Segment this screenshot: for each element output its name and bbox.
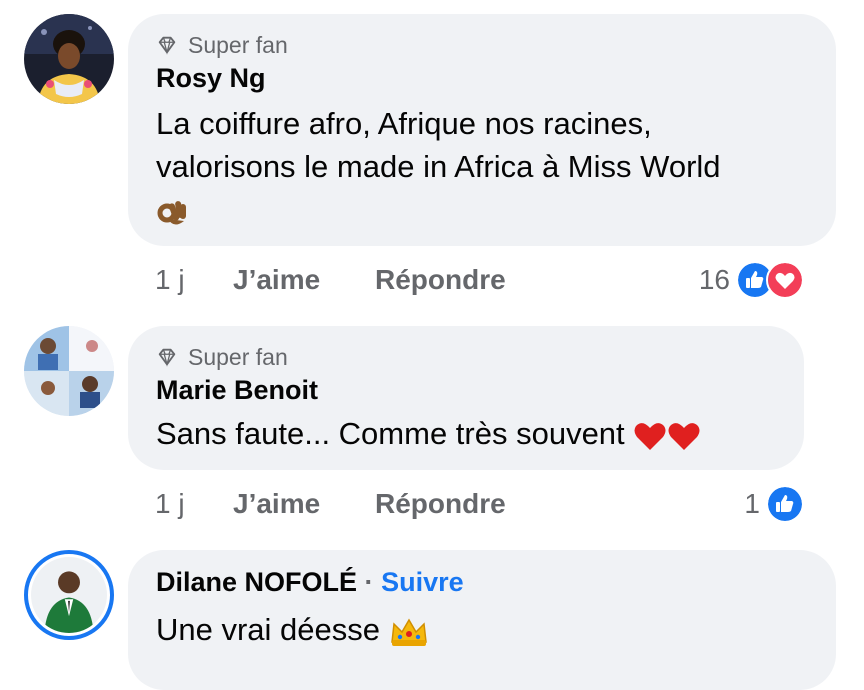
reaction-count: 1 xyxy=(744,488,760,519)
follow-button[interactable]: Suivre xyxy=(381,567,464,597)
like-button[interactable]: J’aime xyxy=(233,488,375,520)
comment-bubble: Dilane NOFOLÉ · Suivre Une vrai déesse xyxy=(128,550,836,690)
comment-author[interactable]: Dilane NOFOLÉ xyxy=(156,567,357,597)
reaction-summary[interactable]: 16 xyxy=(699,261,804,299)
ok-hand-icon xyxy=(157,200,186,225)
heart-icon xyxy=(634,422,666,450)
comment-author-line: Dilane NOFOLÉ · Suivre xyxy=(156,564,808,600)
comment-text-line: La coiffure afro, Afrique nos racines, xyxy=(156,106,652,141)
comment-bubble: Super fan Rosy Ng La coiffure afro, Afri… xyxy=(128,14,836,246)
reply-button[interactable]: Répondre xyxy=(375,488,506,520)
diamond-icon xyxy=(158,348,176,367)
comment-text-line: valorisons le made in Africa à Miss Worl… xyxy=(156,149,721,184)
avatar-marie-benoit[interactable] xyxy=(24,326,114,416)
comment-text: Sans faute... Comme très souvent xyxy=(156,412,776,455)
avatar-dilane-nofole[interactable] xyxy=(24,550,114,640)
comment-author[interactable]: Marie Benoit xyxy=(156,372,776,408)
reaction-summary[interactable]: 1 xyxy=(744,485,804,523)
comment-actions: 1 j J’aime Répondre 1 xyxy=(155,484,804,524)
comment-actions: 1 j J’aime Répondre 16 xyxy=(155,260,804,300)
comment-author[interactable]: Rosy Ng xyxy=(156,60,808,96)
badge-label: Super fan xyxy=(188,343,288,370)
comment-time[interactable]: 1 j xyxy=(155,488,233,520)
comment-text-line: Une vrai déesse xyxy=(156,612,381,647)
comment-time[interactable]: 1 j xyxy=(155,264,233,296)
diamond-icon xyxy=(158,36,176,55)
crown-icon xyxy=(390,618,427,646)
super-fan-badge: Super fan xyxy=(156,342,776,372)
comment-bubble: Super fan Marie Benoit Sans faute... Com… xyxy=(128,326,804,470)
comment-text: La coiffure afro, Afrique nos racines, v… xyxy=(156,102,808,231)
separator-dot: · xyxy=(364,567,374,597)
comment-text-line: Sans faute... Comme très souvent xyxy=(156,416,625,451)
like-icon xyxy=(766,485,804,523)
badge-label: Super fan xyxy=(188,31,288,58)
super-fan-badge: Super fan xyxy=(156,30,808,60)
heart-icon xyxy=(668,422,700,450)
love-icon xyxy=(766,261,804,299)
comment-text: Une vrai déesse xyxy=(156,608,808,651)
reaction-count: 16 xyxy=(698,264,730,295)
like-button[interactable]: J’aime xyxy=(233,264,375,296)
reply-button[interactable]: Répondre xyxy=(375,264,506,296)
avatar-rosy-ng[interactable] xyxy=(24,14,114,104)
